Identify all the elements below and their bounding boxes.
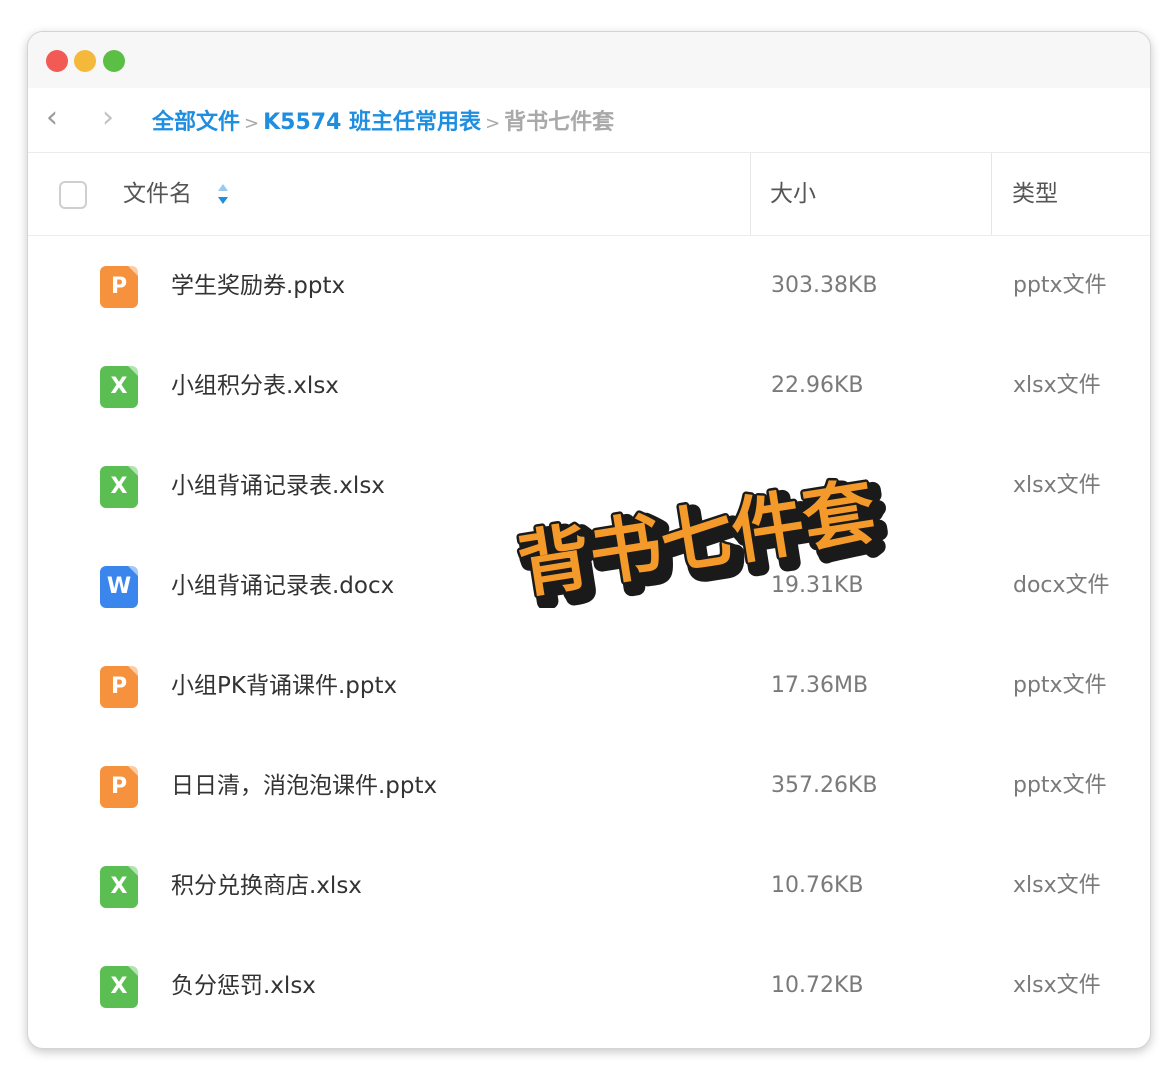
breadcrumb-folder-k5574[interactable]: K5574 班主任常用表: [263, 110, 481, 135]
file-name[interactable]: 小组PK背诵课件.pptx: [171, 671, 397, 701]
file-name[interactable]: 小组背诵记录表.xlsx: [171, 471, 385, 501]
forward-arrow-icon[interactable]: ›: [102, 98, 114, 138]
file-size: 357.26KB: [771, 773, 878, 798]
xlsx-file-icon: X: [100, 466, 138, 508]
file-type: xlsx文件: [1013, 973, 1101, 998]
breadcrumb-separator-icon: >: [485, 113, 501, 134]
file-type: docx文件: [1013, 573, 1110, 598]
file-list-header: 文件名 大小 类型: [28, 152, 1150, 236]
minimize-window-button[interactable]: [74, 50, 96, 72]
file-type: xlsx文件: [1013, 473, 1101, 498]
file-size: 22.96KB: [771, 373, 864, 398]
breadcrumb: 全部文件 > K5574 班主任常用表 > 背书七件套: [152, 108, 614, 139]
file-type: pptx文件: [1013, 673, 1107, 698]
breadcrumb-current-folder: 背书七件套: [504, 110, 615, 135]
sort-icon[interactable]: [216, 182, 230, 206]
select-all-checkbox[interactable]: [59, 181, 87, 209]
column-header-type[interactable]: 类型: [1012, 179, 1058, 209]
file-name[interactable]: 小组背诵记录表.docx: [171, 571, 394, 601]
file-type: pptx文件: [1013, 773, 1107, 798]
column-header-name[interactable]: 文件名: [123, 179, 192, 209]
pptx-file-icon: P: [100, 766, 138, 808]
overlay-stamp-text: 背书七件套 背书七件套: [516, 466, 895, 608]
breadcrumb-separator-icon: >: [244, 113, 260, 134]
file-row[interactable]: P 学生奖励券.pptx 303.38KB pptx文件: [28, 236, 1150, 336]
close-window-button[interactable]: [46, 50, 68, 72]
file-row[interactable]: P 小组PK背诵课件.pptx 17.36MB pptx文件: [28, 636, 1150, 736]
column-divider[interactable]: [750, 153, 751, 235]
docx-file-icon: W: [100, 566, 138, 608]
file-size: 10.72KB: [771, 973, 864, 998]
file-name[interactable]: 学生奖励券.pptx: [171, 271, 345, 301]
back-arrow-icon[interactable]: ‹: [46, 98, 58, 138]
title-bar: [28, 32, 1150, 88]
file-name[interactable]: 负分惩罚.xlsx: [171, 971, 316, 1001]
file-size: 10.76KB: [771, 873, 864, 898]
file-row[interactable]: P 日日清，消泡泡课件.pptx 357.26KB pptx文件: [28, 736, 1150, 836]
xlsx-file-icon: X: [100, 866, 138, 908]
xlsx-file-icon: X: [100, 966, 138, 1008]
file-type: pptx文件: [1013, 273, 1107, 298]
file-row[interactable]: X 负分惩罚.xlsx 10.72KB xlsx文件: [28, 936, 1150, 1036]
file-type: xlsx文件: [1013, 373, 1101, 398]
file-size: 303.38KB: [771, 273, 878, 298]
file-row[interactable]: X 小组积分表.xlsx 22.96KB xlsx文件: [28, 336, 1150, 436]
pptx-file-icon: P: [100, 266, 138, 308]
file-row[interactable]: X 积分兑换商店.xlsx 10.76KB xlsx文件: [28, 836, 1150, 936]
file-type: xlsx文件: [1013, 873, 1101, 898]
file-name[interactable]: 积分兑换商店.xlsx: [171, 871, 362, 901]
xlsx-file-icon: X: [100, 366, 138, 408]
breadcrumb-all-files[interactable]: 全部文件: [152, 110, 240, 135]
navigation-bar: ‹ › 全部文件 > K5574 班主任常用表 > 背书七件套: [28, 88, 1150, 152]
file-name[interactable]: 小组积分表.xlsx: [171, 371, 339, 401]
maximize-window-button[interactable]: [103, 50, 125, 72]
column-divider[interactable]: [991, 153, 992, 235]
file-size: 17.36MB: [771, 673, 869, 698]
file-name[interactable]: 日日清，消泡泡课件.pptx: [171, 771, 437, 801]
pptx-file-icon: P: [100, 666, 138, 708]
column-header-size[interactable]: 大小: [770, 179, 816, 209]
